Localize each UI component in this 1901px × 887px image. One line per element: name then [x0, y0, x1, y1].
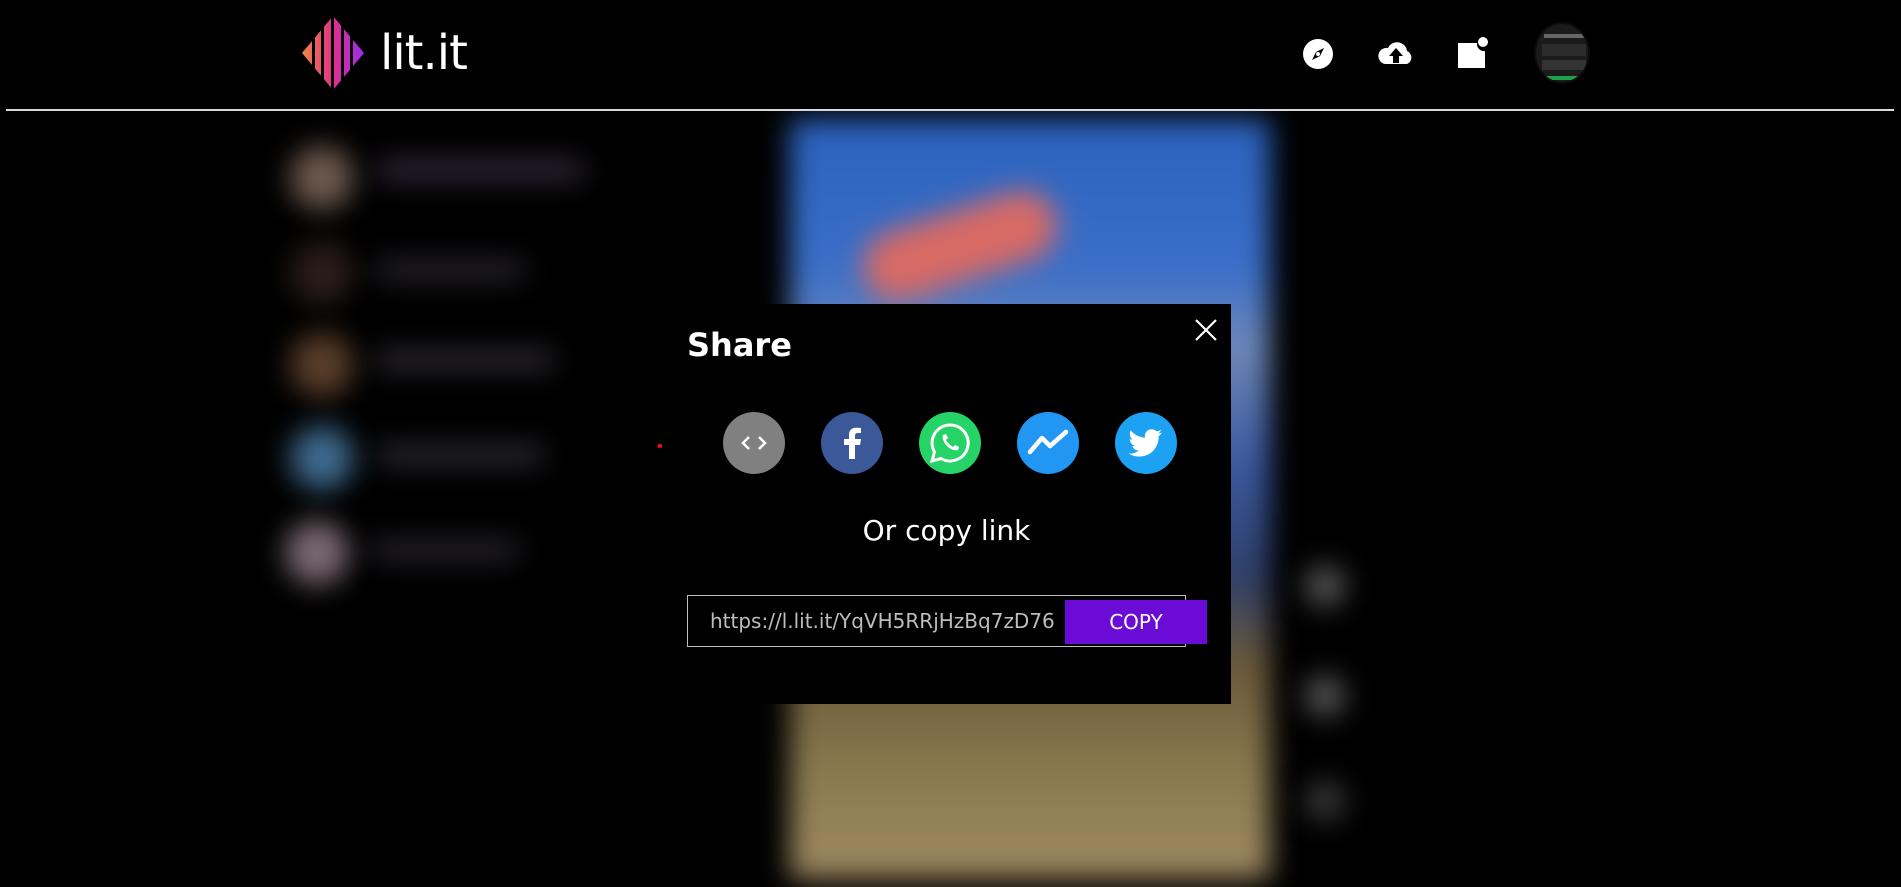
share-modal: Share Or copy link COPY — [662, 304, 1231, 704]
messenger-icon — [1027, 429, 1069, 455]
whatsapp-share-button[interactable] — [919, 412, 981, 474]
user-avatar[interactable] — [1534, 22, 1590, 84]
modal-title: Share — [687, 326, 792, 364]
like-button-blurred — [1305, 566, 1345, 606]
suggested-user-name — [375, 351, 555, 369]
logo-mark-icon — [302, 16, 364, 90]
suggested-user-avatar — [285, 521, 349, 585]
header-divider — [6, 109, 1894, 111]
suggested-user-name — [375, 161, 585, 179]
close-icon[interactable] — [1193, 317, 1219, 343]
facebook-icon — [844, 427, 861, 459]
embed-code-icon — [741, 436, 767, 450]
compass-icon[interactable] — [1298, 34, 1338, 74]
suggested-user-name — [375, 446, 545, 464]
copy-button[interactable]: COPY — [1065, 600, 1207, 644]
brand-name: lit.it — [380, 25, 468, 81]
embed-share-button[interactable] — [723, 412, 785, 474]
suggested-user-avatar — [290, 333, 354, 397]
suggested-user-name — [370, 541, 520, 559]
suggested-user-name — [375, 261, 525, 279]
brand-logo[interactable]: lit.it — [302, 16, 468, 90]
suggested-user-avatar — [290, 146, 354, 210]
facebook-share-button[interactable] — [821, 412, 883, 474]
share-button-blurred — [1305, 781, 1345, 821]
upload-cloud-icon[interactable] — [1375, 34, 1417, 74]
comment-button-blurred — [1305, 676, 1345, 716]
share-link-input[interactable] — [688, 596, 1068, 646]
twitter-share-button[interactable] — [1115, 412, 1177, 474]
suggested-user-avatar — [290, 426, 354, 490]
twitter-icon — [1129, 429, 1162, 457]
suggested-user-avatar — [290, 241, 354, 305]
messenger-share-button[interactable] — [1017, 412, 1079, 474]
copy-link-label: Or copy link — [862, 514, 1031, 547]
whatsapp-icon — [929, 423, 970, 464]
top-header: lit.it — [0, 0, 1901, 111]
notification-icon[interactable] — [1452, 34, 1492, 74]
